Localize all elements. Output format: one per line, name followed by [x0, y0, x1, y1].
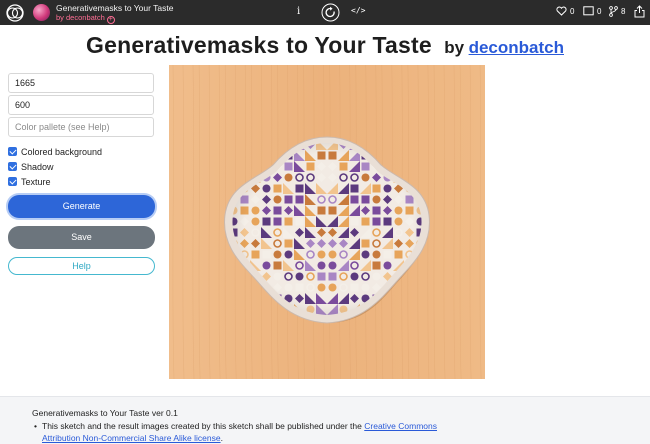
top-bar: Generativemasks to Your Taste by deconba…	[0, 0, 650, 25]
version-text: Generativemasks to Your Taste ver 0.1	[32, 408, 178, 418]
sketch-title[interactable]: Generativemasks to Your Taste	[56, 3, 174, 13]
like-button[interactable]: 0	[556, 6, 574, 16]
restart-icon[interactable]	[321, 3, 340, 22]
comment-count: 0	[597, 6, 602, 16]
heart-icon	[556, 6, 567, 16]
license-period: .	[220, 433, 223, 443]
checkbox-checked-icon[interactable]	[8, 177, 17, 186]
colored-background-label: Colored background	[21, 146, 103, 157]
size-input[interactable]	[8, 95, 154, 115]
help-button[interactable]: Help	[8, 257, 155, 275]
checkbox-checked-icon[interactable]	[8, 147, 17, 156]
save-button[interactable]: Save	[8, 226, 155, 249]
by-label: by	[444, 38, 465, 57]
generate-button[interactable]: Generate	[8, 195, 155, 218]
page-heading: Generativemasks to Your Taste by deconba…	[0, 32, 650, 59]
shadow-label: Shadow	[21, 161, 54, 172]
sketch-canvas[interactable]	[169, 65, 485, 379]
openprocessing-logo-icon[interactable]	[6, 4, 24, 22]
byline-text[interactable]: by deconbatch	[56, 13, 105, 22]
footer: Generativemasks to Your Taste ver 0.1 Th…	[0, 396, 650, 444]
fork-button[interactable]: 8	[609, 6, 625, 17]
texture-checkbox[interactable]: Texture	[8, 176, 51, 187]
fork-icon	[609, 6, 618, 17]
comment-icon	[583, 6, 594, 16]
license-text: This sketch and the result images create…	[42, 421, 365, 431]
code-icon[interactable]: </>	[351, 6, 365, 15]
share-icon[interactable]	[634, 5, 645, 18]
author-link[interactable]: deconbatch	[469, 38, 564, 57]
seed-input[interactable]	[8, 73, 154, 93]
texture-label: Texture	[21, 176, 51, 187]
follow-plus-icon[interactable]: +	[106, 16, 115, 24]
fork-count: 8	[621, 7, 626, 16]
colored-background-checkbox[interactable]: Colored background	[8, 146, 102, 157]
shadow-checkbox[interactable]: Shadow	[8, 161, 54, 172]
checkbox-checked-icon[interactable]	[8, 162, 17, 171]
info-icon[interactable]: i	[297, 6, 300, 17]
comment-button[interactable]: 0	[583, 6, 601, 16]
sketch-byline[interactable]: by deconbatch +	[56, 13, 115, 24]
license-notice: This sketch and the result images create…	[34, 420, 462, 444]
page-title: Generativemasks to Your Taste	[86, 32, 432, 58]
color-palette-input[interactable]	[8, 117, 154, 137]
like-count: 0	[570, 6, 575, 16]
author-avatar[interactable]	[33, 4, 50, 21]
